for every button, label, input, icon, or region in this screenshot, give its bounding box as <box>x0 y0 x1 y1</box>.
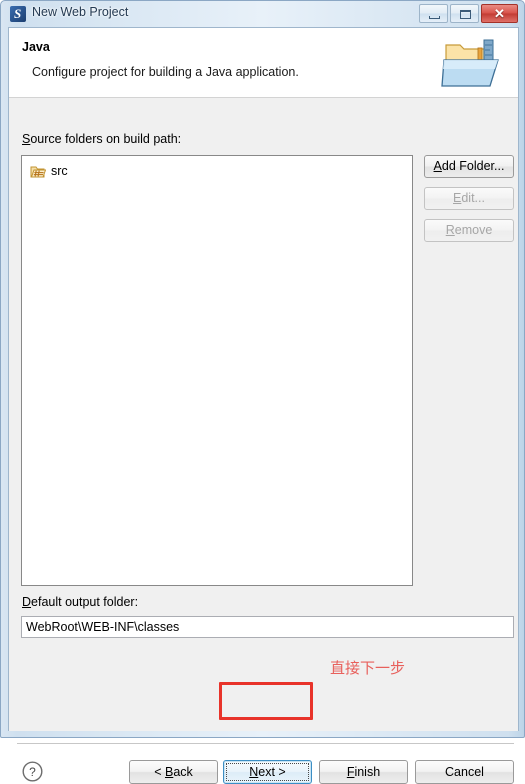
cancel-button[interactable]: Cancel <box>415 760 514 784</box>
close-icon: ✕ <box>494 6 505 21</box>
edit-button[interactable]: Edit... <box>424 187 514 210</box>
annotation-highlight-box <box>219 682 313 720</box>
title-bar[interactable]: S New Web Project ✕ <box>1 1 525 27</box>
svg-text:?: ? <box>29 765 36 779</box>
cancel-button-label: Cancel <box>445 765 484 779</box>
close-button[interactable]: ✕ <box>481 4 518 23</box>
list-item-label: src <box>51 164 68 178</box>
edit-button-label: dit... <box>461 191 485 205</box>
page-description: Configure project for building a Java ap… <box>32 65 299 79</box>
default-output-folder-label-mnemonic: D <box>22 595 32 609</box>
finish-button[interactable]: Finish <box>319 760 408 784</box>
source-folders-list[interactable]: src <box>21 155 413 586</box>
finish-button-label: inish <box>354 765 381 779</box>
default-output-folder-input[interactable] <box>21 616 514 638</box>
footer-divider <box>17 743 514 744</box>
myeclipse-icon-glyph: S <box>14 6 22 21</box>
remove-button-mnemonic: R <box>445 223 455 237</box>
wizard-header: Java Configure project for building a Ja… <box>9 28 518 98</box>
maximize-button[interactable] <box>450 4 479 23</box>
minimize-button[interactable] <box>419 4 448 23</box>
help-icon[interactable]: ? <box>22 761 43 782</box>
dialog-content: Java Configure project for building a Ja… <box>8 27 519 784</box>
next-button[interactable]: Next > <box>223 760 312 784</box>
finish-button-mnemonic: F <box>346 765 355 779</box>
list-item[interactable]: src <box>22 162 412 181</box>
add-folder-button-label: dd Folder... <box>441 159 505 173</box>
remove-button-label: emove <box>454 223 493 237</box>
myeclipse-icon: S <box>10 6 26 22</box>
source-folders-label: Source folders on build path: <box>22 132 181 146</box>
wizard-body: Source folders on build path: src Add Fo… <box>9 98 518 784</box>
back-button-label: ack <box>173 765 193 779</box>
default-output-folder-label-text: efault output folder: <box>31 595 139 609</box>
java-build-folder-icon <box>441 39 499 87</box>
remove-button[interactable]: Remove <box>424 219 514 242</box>
next-button-focus-ring <box>226 763 309 781</box>
annotation-text: 直接下一步 <box>330 659 406 677</box>
page-title: Java <box>22 40 50 54</box>
source-folders-label-text: ource folders on build path: <box>30 132 182 146</box>
dialog-window: S New Web Project ✕ Java Configure proje… <box>0 0 525 784</box>
back-button-mnemonic: B <box>164 765 174 779</box>
default-output-folder-label: Default output folder: <box>22 595 138 609</box>
maximize-icon <box>460 10 471 19</box>
back-button[interactable]: < Back <box>129 760 218 784</box>
back-button-prefix: < <box>154 765 165 779</box>
window-title: New Web Project <box>32 5 129 19</box>
package-folder-icon <box>30 166 46 178</box>
minimize-icon <box>429 16 440 19</box>
add-folder-button[interactable]: Add Folder... <box>424 155 514 178</box>
add-folder-button-mnemonic: A <box>433 159 442 173</box>
